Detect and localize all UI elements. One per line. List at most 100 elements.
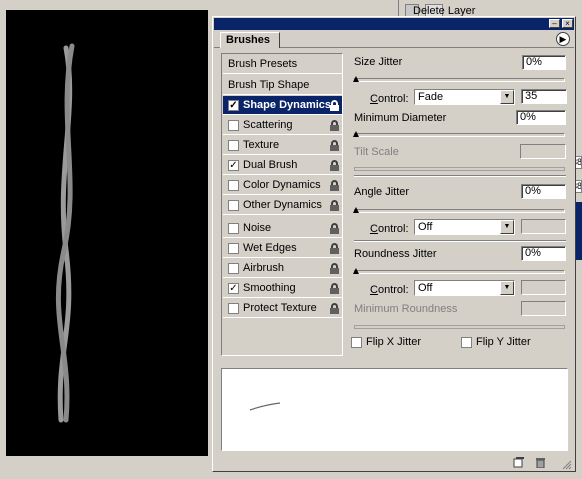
slider-thumb[interactable] [353,131,360,138]
shape-dynamics-settings: Size Jitter 0% Control: Fade ▼ 35 Minimu… [351,53,573,356]
chevron-down-icon[interactable]: ▼ [500,281,514,295]
roundness-control-select[interactable]: Off ▼ [414,280,515,296]
min-roundness-label: Minimum Roundness [354,303,458,315]
control-label: Control: [370,284,409,296]
list-item-label: Other Dynamics [243,198,322,211]
checkbox[interactable]: ✓ [228,282,239,294]
lock-icon[interactable] [330,160,339,171]
brush-tip-shape-item[interactable]: Brush Tip Shape [223,76,342,95]
lock-icon[interactable] [330,263,339,274]
list-item-dual-brush[interactable]: ✓ Dual Brush [223,156,342,175]
lock-icon[interactable] [330,243,339,254]
checkbox[interactable] [228,302,239,314]
list-item-texture[interactable]: Texture [223,136,342,155]
size-jitter-label: Size Jitter [354,56,403,68]
roundness-control-input [521,280,566,295]
list-item-color-dynamics[interactable]: Color Dynamics [223,176,342,195]
roundness-jitter-label: Roundness Jitter [354,248,437,260]
fade-steps-input[interactable]: 35 [521,89,567,104]
lock-icon[interactable] [330,200,339,211]
lock-icon[interactable] [330,140,339,151]
flip-y-checkbox-row[interactable]: Flip Y Jitter [461,336,531,348]
list-item-protect-texture[interactable]: Protect Texture [223,299,342,318]
control-label: Control: [370,93,409,105]
list-item-label: Dual Brush [243,158,298,171]
list-item-label: Protect Texture [243,301,317,314]
chevron-down-icon[interactable]: ▼ [500,90,514,104]
checkbox[interactable] [228,262,239,274]
slider-thumb[interactable] [353,268,360,275]
list-item-label: Wet Edges [243,241,297,254]
angle-control-input [521,219,566,234]
roundness-jitter-input[interactable]: 0% [521,246,566,261]
list-item-label: Noise [243,221,272,234]
list-item-label: Scattering [243,118,293,131]
select-value: Fade [418,91,444,103]
list-item-label: Smoothing [243,281,296,294]
document-canvas[interactable] [6,10,208,456]
brush-options-list: Brush Presets Brush Tip Shape ✓ Shape Dy… [221,53,343,356]
lock-icon[interactable] [330,303,339,314]
checkbox[interactable] [228,242,239,254]
trash-icon[interactable] [535,457,546,469]
checkbox[interactable] [228,139,239,151]
stroke-preview [221,368,568,451]
list-item-scattering[interactable]: Scattering [223,116,342,135]
size-jitter-slider[interactable] [353,76,565,83]
flip-x-checkbox-row[interactable]: Flip X Jitter [351,336,421,348]
lock-icon[interactable] [330,223,339,234]
min-diameter-input[interactable]: 0% [516,110,566,125]
roundness-jitter-slider[interactable] [353,268,565,275]
palette-tab-row: Brushes ▶ [214,31,574,48]
size-jitter-input[interactable]: 0% [522,55,566,70]
min-diameter-slider[interactable] [353,131,565,138]
checkbox[interactable] [228,119,239,131]
list-item-label: Shape Dynamics [243,98,332,111]
lock-icon[interactable] [330,120,339,131]
flip-x-checkbox[interactable] [351,336,362,348]
minimize-icon[interactable]: – [549,19,560,28]
slider-thumb[interactable] [353,76,360,83]
size-control-select[interactable]: Fade ▼ [414,89,515,105]
lock-icon[interactable] [330,100,339,111]
lock-icon[interactable] [330,283,339,294]
checkbox[interactable] [228,199,239,211]
divider [354,240,566,242]
slider-thumb[interactable] [353,207,360,214]
list-item-shape-dynamics[interactable]: ✓ Shape Dynamics [223,96,342,115]
preview-stroke [249,402,281,411]
list-item-airbrush[interactable]: Airbrush [223,259,342,278]
list-item-other-dynamics[interactable]: Other Dynamics [223,196,342,215]
tilt-scale-input [520,144,566,159]
document-area [0,0,216,479]
tilt-scale-label: Tilt Scale [354,146,399,158]
tab-brushes[interactable]: Brushes [220,32,280,48]
list-item-label: Color Dynamics [243,178,321,191]
list-item-label: Airbrush [243,261,284,274]
new-brush-icon[interactable] [513,457,524,468]
brush-presets-item[interactable]: Brush Presets [223,55,342,74]
lock-icon[interactable] [330,180,339,191]
checkbox[interactable]: ✓ [228,99,239,111]
list-item-smoothing[interactable]: ✓ Smoothing [223,279,342,298]
chevron-down-icon[interactable]: ▼ [500,220,514,234]
min-roundness-slider [354,325,565,329]
list-item-wet-edges[interactable]: Wet Edges [223,239,342,258]
list-item-noise[interactable]: Noise [223,219,342,238]
tilt-scale-slider [354,167,565,171]
divider [354,175,566,177]
angle-jitter-input[interactable]: 0% [521,184,566,199]
select-value: Off [418,221,433,233]
angle-control-select[interactable]: Off ▼ [414,219,515,235]
flip-y-checkbox[interactable] [461,336,472,348]
close-icon[interactable]: × [562,19,573,28]
checkbox[interactable]: ✓ [228,159,239,171]
checkbox[interactable] [228,222,239,234]
palette-bottom-bar [214,455,574,471]
palette-titlebar[interactable]: – × [214,18,574,30]
flip-y-label: Flip Y Jitter [476,336,531,348]
palette-menu-icon[interactable]: ▶ [556,32,570,46]
checkbox[interactable] [228,179,239,191]
angle-jitter-slider[interactable] [353,207,565,214]
resize-grip-icon[interactable] [561,459,572,470]
